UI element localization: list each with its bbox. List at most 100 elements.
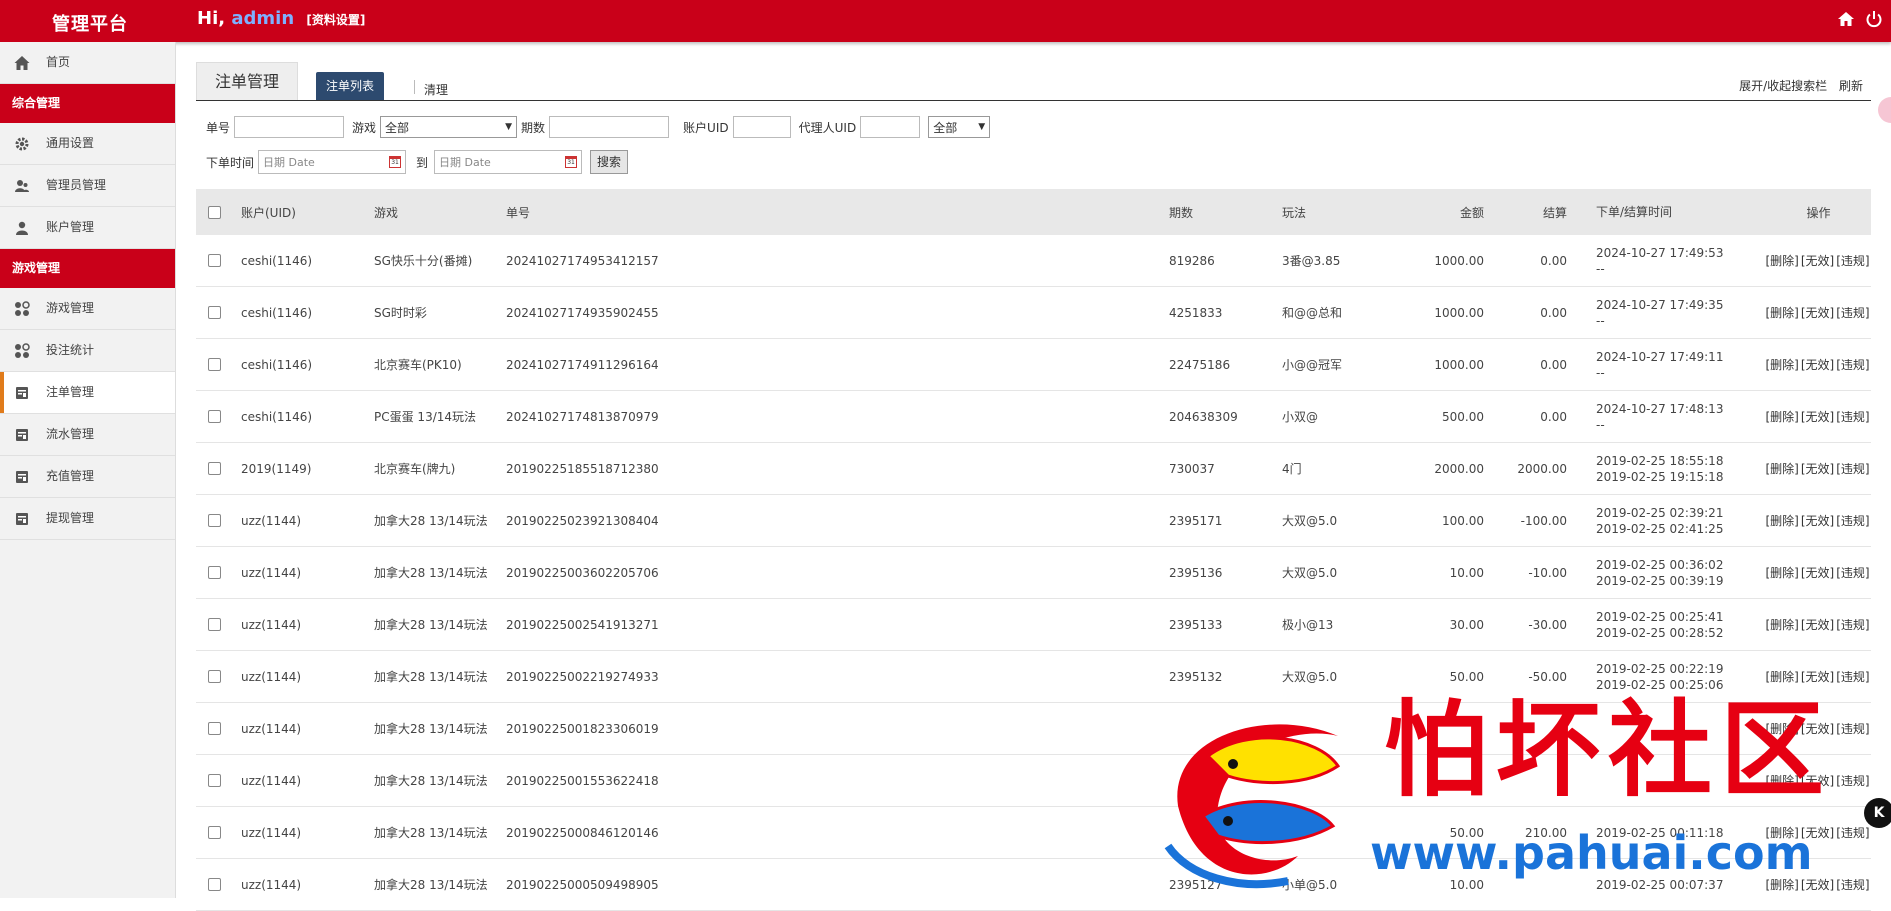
profile-settings-link[interactable]: [资料设置] <box>306 13 365 27</box>
delete-link[interactable]: [删除] <box>1765 512 1798 529</box>
row-checkbox[interactable] <box>208 722 221 735</box>
date-to-input[interactable]: 日期 Date 31 <box>434 150 583 174</box>
sidebar-item-game-manage[interactable]: 游戏管理 <box>0 288 175 330</box>
header-issue: 期数 <box>1169 205 1194 220</box>
delete-link[interactable]: [删除] <box>1765 616 1798 633</box>
row-select-cell <box>208 703 221 754</box>
delete-link[interactable]: [删除] <box>1765 460 1798 477</box>
violation-link[interactable]: [违规] <box>1836 512 1869 529</box>
cell-account: ceshi(1146) <box>241 357 313 372</box>
search-filters: 单号 游戏 全部 ▼ 期数 账户UID 代理人UID 全部 ▼ 下单时间 日期 … <box>196 116 1871 176</box>
cell-account: uzz(1144) <box>241 669 302 684</box>
issue-input[interactable] <box>549 116 670 138</box>
order-time: 2024-10-27 17:48:13 <box>1596 401 1724 416</box>
row-checkbox[interactable] <box>208 254 221 267</box>
invalidate-link[interactable]: [无效] <box>1801 616 1834 633</box>
invalidate-link[interactable]: [无效] <box>1801 512 1834 529</box>
power-icon[interactable] <box>1865 10 1883 28</box>
order-no-input[interactable] <box>234 116 345 138</box>
floating-badge[interactable]: K <box>1864 798 1891 828</box>
row-checkbox[interactable] <box>208 618 221 631</box>
violation-link[interactable]: [违规] <box>1836 616 1869 633</box>
violation-link[interactable]: [违规] <box>1836 564 1869 581</box>
invalidate-link[interactable]: [无效] <box>1801 304 1834 321</box>
row-select-cell <box>208 547 221 598</box>
sidebar-item-admins[interactable]: 管理员管理 <box>0 165 175 207</box>
tab-order-list[interactable]: 注单列表 <box>316 72 385 100</box>
select-all-checkbox[interactable] <box>208 205 221 219</box>
greeting: Hi, admin [资料设置] <box>197 8 365 29</box>
row-checkbox[interactable] <box>208 306 221 319</box>
agent-select[interactable]: 全部 ▼ <box>928 116 991 138</box>
violation-link[interactable]: [违规] <box>1836 668 1869 685</box>
row-checkbox[interactable] <box>208 670 221 683</box>
delete-link[interactable]: [删除] <box>1765 668 1798 685</box>
delete-link[interactable]: [删除] <box>1765 408 1798 425</box>
invalidate-link[interactable]: [无效] <box>1801 356 1834 373</box>
cell-order: 20241027174953412157 <box>506 253 659 268</box>
delete-link[interactable]: [删除] <box>1765 252 1798 269</box>
row-checkbox[interactable] <box>208 358 221 371</box>
date-from-input[interactable]: 日期 Date 31 <box>258 150 407 174</box>
sidebar-item-home[interactable]: 首页 <box>0 42 175 84</box>
row-checkbox[interactable] <box>208 774 221 787</box>
row-checkbox[interactable] <box>208 462 221 475</box>
violation-link[interactable]: [违规] <box>1836 356 1869 373</box>
sidebar-section-general[interactable]: 综合管理 <box>0 84 175 123</box>
cell-amount: 100.00 <box>1442 513 1484 528</box>
refresh-link[interactable]: 刷新 <box>1839 79 1863 93</box>
page-tab-bet-orders[interactable]: 注单管理 <box>196 62 298 100</box>
row-checkbox[interactable] <box>208 514 221 527</box>
delete-link[interactable]: [删除] <box>1765 304 1798 321</box>
invalidate-link[interactable]: [无效] <box>1801 460 1834 477</box>
agent-uid-input[interactable] <box>860 116 921 138</box>
row-checkbox[interactable] <box>208 566 221 579</box>
cell-order: 20190225002541913271 <box>506 617 659 632</box>
cell-game: 加拿大28 13/14玩法 <box>374 618 488 632</box>
account-uid-input[interactable] <box>732 116 791 138</box>
search-button[interactable]: 搜索 <box>590 150 629 174</box>
row-checkbox[interactable] <box>208 878 221 891</box>
toggle-search-link[interactable]: 展开/收起搜索栏 <box>1739 79 1827 93</box>
violation-link[interactable]: [违规] <box>1836 460 1869 477</box>
top-bar: 管理平台 Hi, admin [资料设置] <box>0 0 1891 42</box>
row-select-cell <box>208 443 221 494</box>
sidebar-item-withdraw[interactable]: 提现管理 <box>0 498 175 540</box>
sidebar-item-turnover[interactable]: 流水管理 <box>0 414 175 456</box>
cell-play: 和@@总和 <box>1282 306 1343 320</box>
row-checkbox[interactable] <box>208 826 221 839</box>
sidebar-item-bet-orders[interactable]: 注单管理 <box>0 372 175 414</box>
violation-link[interactable]: [违规] <box>1836 304 1869 321</box>
header-settle: 结算 <box>1542 205 1567 220</box>
sidebar-item-recharge[interactable]: 充值管理 <box>0 456 175 498</box>
row-checkbox[interactable] <box>208 410 221 423</box>
greeting-hi: Hi, <box>197 8 226 29</box>
invalidate-link[interactable]: [无效] <box>1801 668 1834 685</box>
invalidate-link[interactable]: [无效] <box>1801 564 1834 581</box>
username-link[interactable]: admin <box>231 8 294 29</box>
cell-amount: 10.00 <box>1449 565 1484 580</box>
calendar-icon[interactable]: 31 <box>389 156 402 168</box>
sidebar-section-games[interactable]: 游戏管理 <box>0 249 175 288</box>
settle-time: 2019-02-25 00:28:52 <box>1596 625 1724 640</box>
cell-play: 小双@ <box>1282 410 1319 424</box>
cell-account: uzz(1144) <box>241 773 302 788</box>
sidebar-item-general-settings[interactable]: 通用设置 <box>0 123 175 165</box>
violation-link[interactable]: [违规] <box>1836 408 1869 425</box>
game-select[interactable]: 全部 ▼ <box>380 116 518 138</box>
invalidate-link[interactable]: [无效] <box>1801 408 1834 425</box>
invalidate-link[interactable]: [无效] <box>1801 252 1834 269</box>
settle-time: -- <box>1596 417 1605 432</box>
game-label: 游戏 <box>352 120 377 135</box>
violation-link[interactable]: [违规] <box>1836 252 1869 269</box>
sidebar-item-accounts[interactable]: 账户管理 <box>0 207 175 249</box>
calendar-icon[interactable]: 31 <box>565 156 578 168</box>
home-icon[interactable] <box>1837 10 1855 28</box>
tab-cleanup[interactable]: 清理 <box>424 81 448 98</box>
sidebar-item-bet-stats[interactable]: 投注统计 <box>0 330 175 372</box>
delete-link[interactable]: [删除] <box>1765 356 1798 373</box>
cell-play: 大双@5.0 <box>1282 670 1338 684</box>
fish-logo-icon <box>1164 724 1341 888</box>
sidebar-item-label: 注单管理 <box>46 385 95 399</box>
delete-link[interactable]: [删除] <box>1765 564 1798 581</box>
